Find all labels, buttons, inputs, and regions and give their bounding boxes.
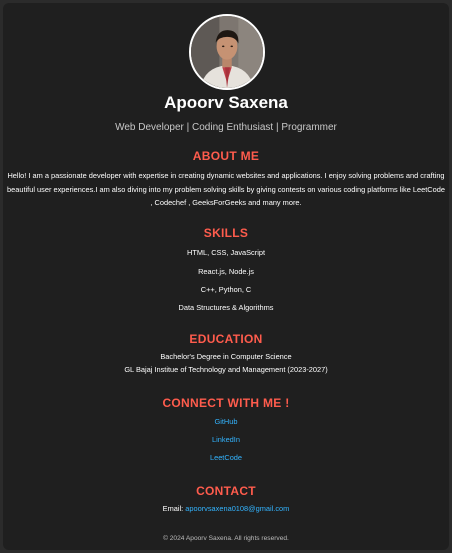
connect-link-row: LinkedIn (3, 435, 449, 444)
skill-item: Data Structures & Algorithms (178, 303, 274, 312)
profile-tagline: Web Developer | Coding Enthusiast | Prog… (115, 122, 337, 133)
connect-link-row: GitHub (3, 417, 449, 426)
contact-heading: CONTACT (196, 484, 256, 498)
github-link[interactable]: GitHub (214, 417, 237, 426)
connect-link-row: LeetCode (3, 453, 449, 462)
profile-photo (191, 16, 263, 88)
profile-name: Apoorv Saxena (164, 93, 288, 112)
skill-item: HTML, CSS, JavaScript (186, 248, 266, 257)
footer-copyright: © 2024 Apoorv Saxena. All rights reserve… (163, 535, 289, 542)
education-heading: EDUCATION (189, 332, 263, 346)
connect-heading: CONNECT WITH ME ! (162, 396, 290, 410)
avatar (189, 14, 265, 90)
contact-email-row: Email: apoorvsaxena0108@gmail.com (3, 504, 449, 513)
profile-card: Apoorv Saxena Web Developer | Coding Ent… (3, 3, 449, 550)
email-link[interactable]: apoorvsaxena0108@gmail.com (185, 504, 289, 513)
skills-heading: SKILLS (203, 226, 249, 240)
education-degree: Bachelor's Degree in Computer Science (160, 352, 292, 361)
email-label: Email: (162, 504, 184, 513)
linkedin-link[interactable]: LinkedIn (212, 435, 240, 444)
about-heading: ABOUT ME (192, 149, 260, 163)
education-institute: GL Bajaj Institue of Technology and Mana… (124, 365, 328, 374)
skill-item: C++, Python, C (200, 285, 252, 294)
skill-item: React.js, Node.js (198, 267, 254, 276)
leetcode-link[interactable]: LeetCode (210, 453, 242, 462)
about-text: Hello! I am a passionate developer with … (7, 171, 445, 207)
